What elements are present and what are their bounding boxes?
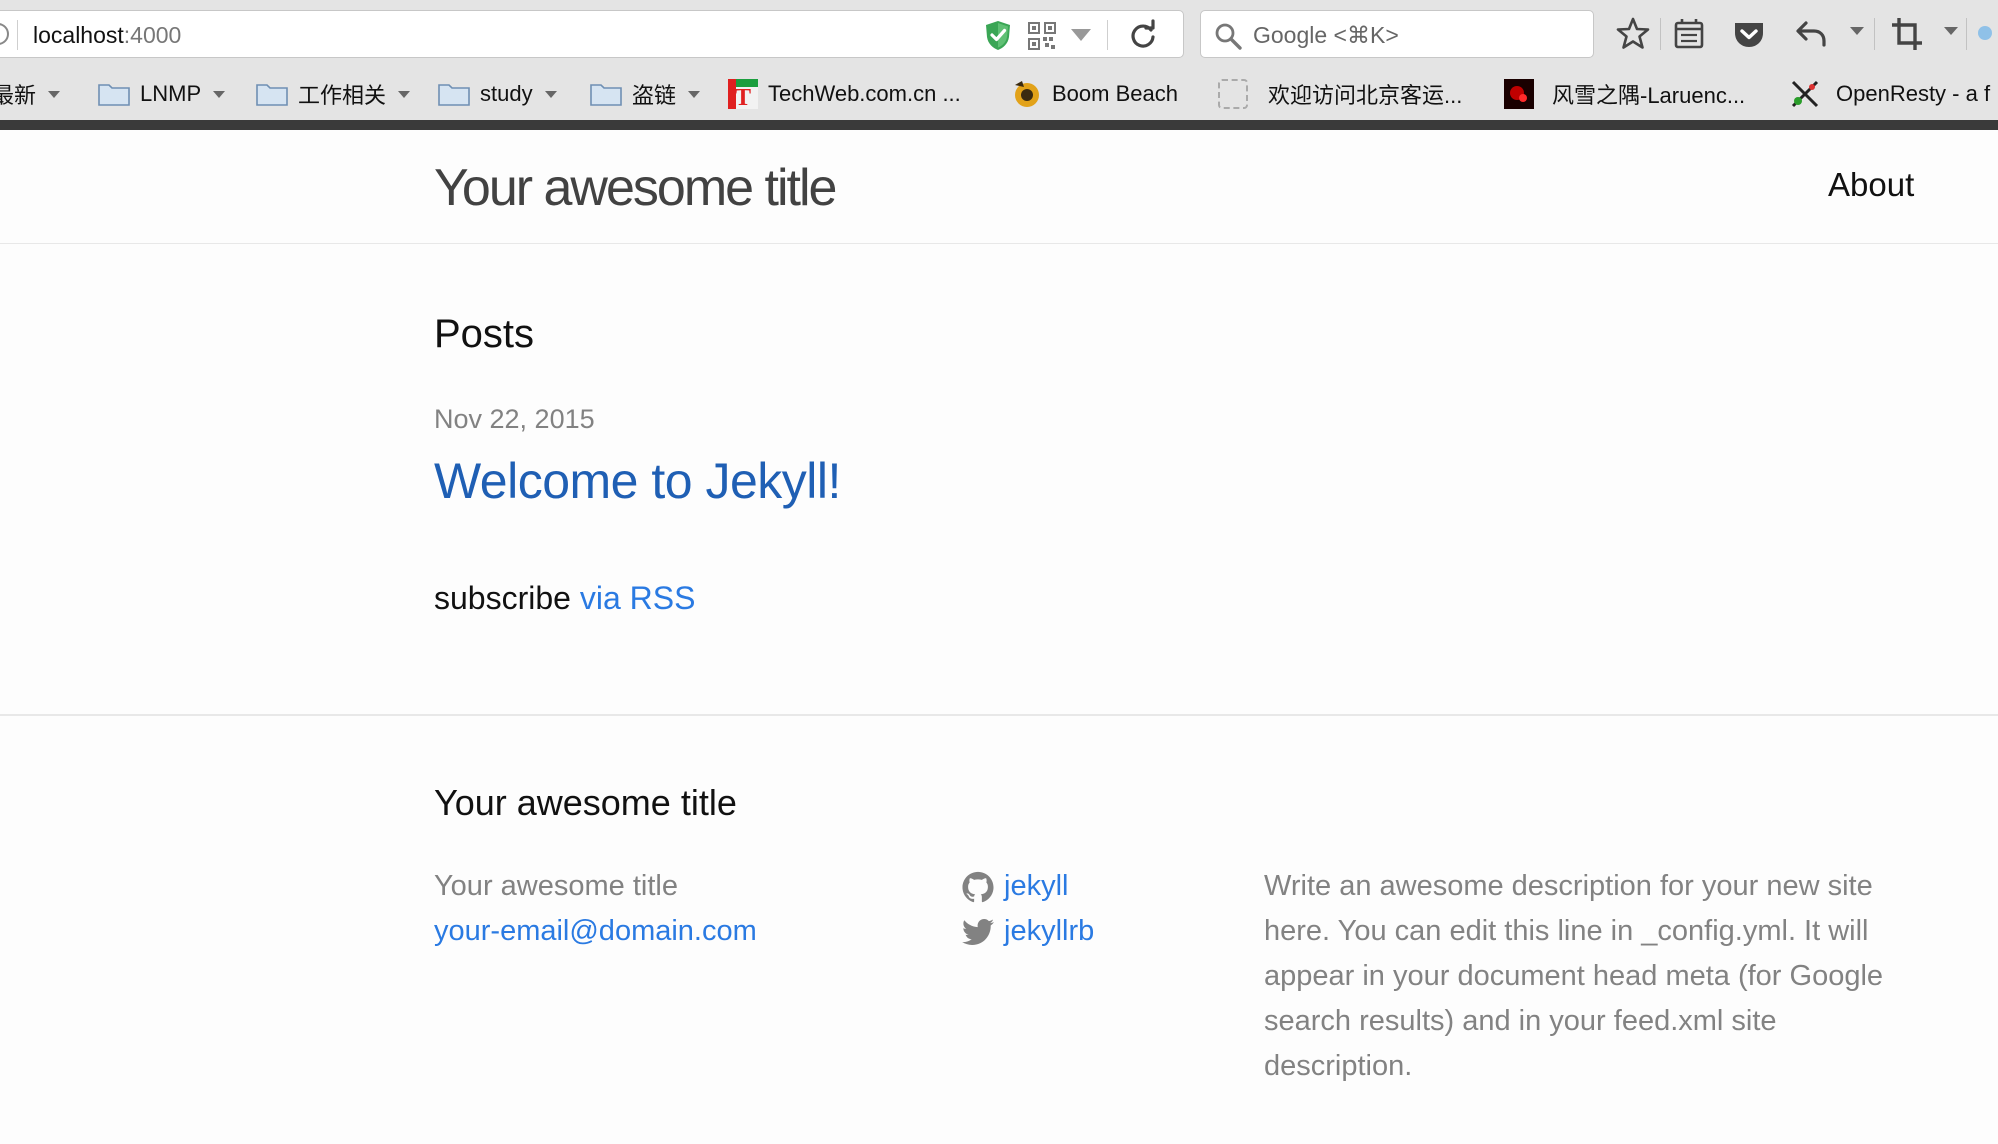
bookmark-folder-lnmp[interactable]: LNMP: [98, 70, 226, 118]
chevron-down-icon: [48, 90, 61, 98]
back-arrow-icon[interactable]: [1792, 14, 1830, 54]
bookmark-folder-work[interactable]: 工作相关: [256, 70, 411, 118]
bookmark-star-icon[interactable]: [1614, 14, 1652, 54]
search-bar[interactable]: Google <⌘K>: [1200, 10, 1594, 58]
bookmark-label: Boom Beach: [1052, 81, 1178, 106]
nav-about-link[interactable]: About: [1828, 166, 1914, 204]
toolbar-bottom-border: [0, 120, 1998, 130]
github-icon: [962, 871, 994, 902]
page-content: Posts Nov 22, 2015 Welcome to Jekyll! su…: [0, 244, 1998, 714]
blank-page-icon: [1218, 79, 1248, 109]
openresty-favicon-icon: [1791, 80, 1819, 108]
search-icon: [1215, 23, 1242, 50]
post-title-link[interactable]: Welcome to Jekyll!: [434, 452, 841, 510]
footer-social-list: jekyll jekyllrb: [962, 864, 1262, 954]
bookmark-laruence[interactable]: 风雪之隅-Laruenc...: [1504, 70, 1745, 118]
site-info-icon[interactable]: [0, 23, 9, 45]
toolbar-separator: [1966, 18, 1967, 50]
rss-subscribe: subscribe via RSS: [434, 580, 695, 617]
footer-email-link[interactable]: your-email@domain.com: [434, 915, 757, 947]
posts-heading: Posts: [434, 312, 535, 356]
bookmark-label: 最新: [0, 83, 37, 108]
toolbar-separator: [1660, 18, 1661, 50]
reading-list-icon[interactable]: [1670, 14, 1708, 54]
qr-code-icon[interactable]: [1027, 21, 1057, 51]
bookmark-boom-beach[interactable]: Boom Beach: [1012, 70, 1178, 118]
rss-prefix-text: subscribe: [434, 580, 571, 616]
svg-text:T: T: [735, 85, 751, 109]
boom-beach-favicon-icon: [1015, 81, 1039, 107]
bookmark-label: 欢迎访问北京客运...: [1268, 83, 1463, 108]
bookmark-label: 风雪之隅-Laruenc...: [1552, 83, 1746, 108]
reload-icon[interactable]: [1127, 19, 1159, 51]
footer-description: Write an awesome description for your ne…: [1264, 870, 1884, 1082]
techweb-favicon-icon: T: [728, 79, 758, 109]
chevron-down-icon: [544, 90, 557, 98]
chevron-down-icon: [213, 90, 226, 98]
footer-contact-list: Your awesome title your-email@domain.com: [434, 864, 934, 954]
folder-icon: [438, 84, 470, 106]
bookmarks-bar: 最新 LNMP 工作相关 study 盗链 T TechWeb.com.cn .…: [0, 70, 1998, 118]
bookmark-folder-latest[interactable]: 最新: [0, 70, 61, 118]
twitter-link[interactable]: jekyllrb: [1004, 909, 1094, 954]
site-header: Your awesome title About: [0, 130, 1998, 244]
bookmark-beijing-bus[interactable]: 欢迎访问北京客运...: [1218, 70, 1462, 118]
bookmark-folder-study[interactable]: study: [438, 70, 557, 118]
url-host: localhost: [33, 22, 124, 48]
github-item: jekyll: [962, 864, 1262, 909]
address-bar[interactable]: localhost:4000: [0, 10, 1184, 58]
back-dropdown-caret[interactable]: [1850, 27, 1864, 35]
bookmark-label: TechWeb.com.cn ...: [768, 81, 961, 106]
folder-icon: [256, 84, 288, 106]
address-bar-text[interactable]: localhost:4000: [33, 22, 181, 49]
site-title-link[interactable]: Your awesome title: [434, 158, 837, 218]
rss-link[interactable]: via RSS: [580, 580, 696, 616]
post-title-text: Welcome to Jekyll!: [434, 453, 841, 509]
github-link[interactable]: jekyll: [1004, 864, 1068, 909]
toolbar-separator: [1874, 18, 1875, 50]
browser-toolbar: localhost:4000 Google <⌘K>: [0, 0, 1998, 68]
shield-check-icon[interactable]: [983, 19, 1013, 51]
bookmark-label: LNMP: [140, 81, 202, 106]
bookmark-openresty[interactable]: OpenResty - a f: [1790, 70, 1990, 118]
site-footer: Your awesome title Your awesome title yo…: [0, 714, 1998, 1144]
bookmark-label: study: [480, 81, 533, 106]
twitter-icon: [962, 918, 994, 945]
folder-icon: [98, 84, 130, 106]
crop-icon[interactable]: [1888, 14, 1926, 54]
laruence-favicon-icon: [1504, 79, 1534, 109]
bookmark-folder-hotlink[interactable]: 盗链: [590, 70, 701, 118]
url-divider: [17, 20, 18, 50]
folder-icon: [590, 84, 622, 106]
bookmark-techweb[interactable]: T TechWeb.com.cn ...: [728, 70, 961, 118]
extension-icon[interactable]: [1978, 26, 1992, 40]
crop-dropdown-caret[interactable]: [1944, 27, 1958, 35]
browser-chrome: localhost:4000 Google <⌘K> 最新 LNMP 工作相关 …: [0, 0, 1998, 130]
url-separator: [1107, 20, 1108, 50]
twitter-item: jekyllrb: [962, 909, 1262, 954]
chevron-down-icon: [688, 90, 701, 98]
url-history-dropdown[interactable]: [1071, 29, 1091, 41]
bookmark-label: 盗链: [632, 83, 677, 108]
bookmark-label: 工作相关: [298, 83, 387, 108]
bookmark-label: OpenResty - a f: [1836, 81, 1991, 106]
chevron-down-icon: [398, 90, 411, 98]
post-date: Nov 22, 2015: [434, 404, 595, 434]
search-placeholder: Google <⌘K>: [1253, 22, 1399, 48]
pocket-icon[interactable]: [1730, 14, 1768, 54]
footer-site-name: Your awesome title: [434, 870, 678, 902]
footer-heading: Your awesome title: [434, 782, 737, 823]
url-port: :4000: [123, 22, 182, 48]
